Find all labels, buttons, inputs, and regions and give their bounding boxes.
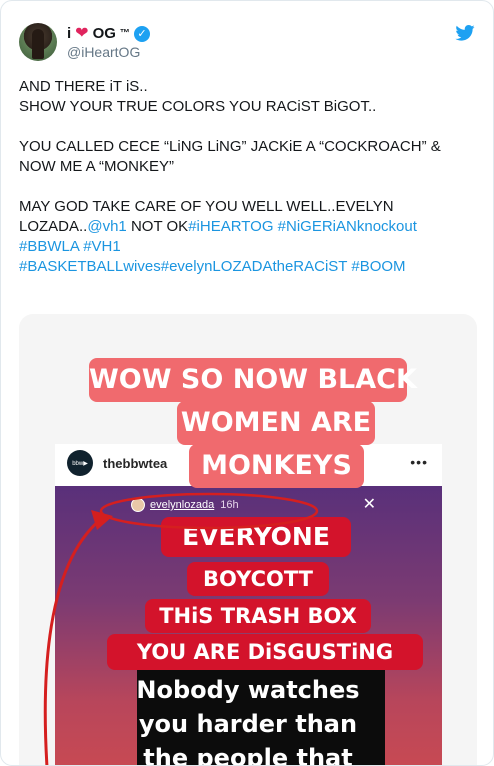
tweet-line: AND THERE iT iS.. bbox=[19, 78, 148, 95]
tweet-header: i ❤ OG ™ ✓ @iHeartOG bbox=[19, 23, 475, 63]
circle-annotation bbox=[99, 492, 319, 530]
arrow-shaft bbox=[43, 517, 102, 765]
hashtag-link[interactable]: #BOOM bbox=[351, 258, 405, 275]
hashtag-link[interactable]: #VH1 bbox=[83, 238, 121, 255]
tweet-paragraph-2: YOU CALLED CECE “LiNG LiNG” JACKiE A “CO… bbox=[19, 137, 481, 177]
hashtag-link[interactable]: #BBWLA bbox=[19, 238, 79, 255]
hashtag-link[interactable]: #evelynLOZADAtheRACiST bbox=[161, 258, 347, 275]
twitter-bird-icon[interactable] bbox=[455, 25, 475, 41]
mention-link[interactable]: @vh1 bbox=[87, 218, 126, 235]
verified-badge-icon: ✓ bbox=[133, 26, 150, 42]
heart-icon: ❤ bbox=[75, 25, 89, 42]
display-name-prefix: i bbox=[67, 25, 72, 42]
tweet-line: YOU CALLED CECE “LiNG LiNG” JACKiE A “CO… bbox=[19, 138, 441, 175]
hashtag-link[interactable]: #BASKETBALLwives bbox=[19, 258, 161, 275]
display-name-suffix: OG bbox=[92, 25, 116, 42]
hashtag-link[interactable]: #iHEARTOG bbox=[188, 218, 273, 235]
trademark-symbol: ™ bbox=[119, 28, 130, 39]
tweet-line: NOT OK bbox=[126, 218, 189, 235]
tweet-text: AND THERE iT iS.. SHOW YOUR TRUE COLORS … bbox=[19, 77, 481, 297]
author-names[interactable]: i ❤ OG ™ ✓ @iHeartOG bbox=[67, 25, 150, 61]
tweet-paragraph-3: MAY GOD TAKE CARE OF YOU WELL WELL..EVEL… bbox=[19, 197, 481, 277]
red-annotation-arrow bbox=[43, 492, 319, 765]
tweet-paragraph-1: AND THERE iT iS.. SHOW YOUR TRUE COLORS … bbox=[19, 77, 481, 117]
tweet-card[interactable]: i ❤ OG ™ ✓ @iHeartOG AND THERE iT iS.. S… bbox=[0, 0, 494, 766]
tweet-media-image[interactable]: bbw▶ thebbwtea ••• evelynlozada 16h ✕ WO… bbox=[19, 314, 477, 765]
avatar[interactable] bbox=[19, 23, 57, 61]
display-name[interactable]: i ❤ OG ™ ✓ bbox=[67, 25, 150, 43]
hashtag-link[interactable]: #NiGERiANknockout bbox=[278, 218, 417, 235]
tweet-line: SHOW YOUR TRUE COLORS YOU RACiST BiGOT.. bbox=[19, 98, 377, 115]
user-handle[interactable]: @iHeartOG bbox=[67, 44, 150, 61]
